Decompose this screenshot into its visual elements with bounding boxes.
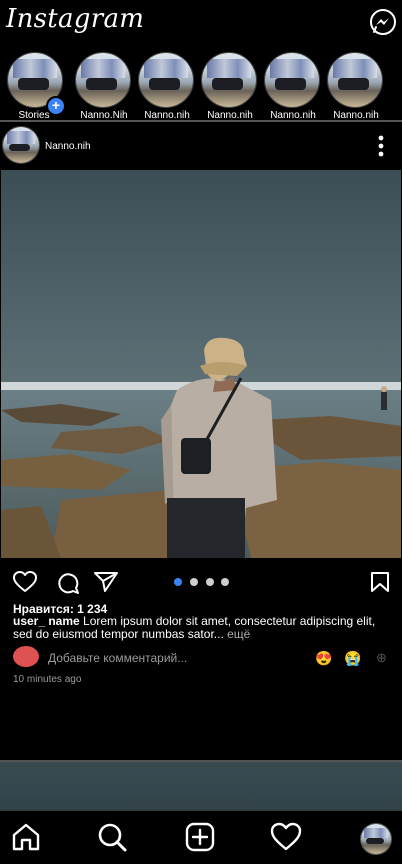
story-thumbnail bbox=[75, 52, 131, 108]
post-photo[interactable] bbox=[1, 170, 401, 558]
messenger-icon[interactable] bbox=[368, 8, 398, 38]
story-item[interactable]: Nanno.Nih bbox=[74, 52, 134, 121]
divider bbox=[0, 120, 402, 122]
story-thumbnail bbox=[201, 52, 257, 108]
crying-emoji[interactable]: 😭 bbox=[344, 650, 361, 667]
bottom-navigation bbox=[0, 810, 402, 864]
heart-icon[interactable] bbox=[270, 821, 302, 853]
post-caption: user_ name Lorem ipsum dolor sit amet, c… bbox=[13, 615, 393, 641]
carousel-dot bbox=[221, 578, 229, 586]
heart-eyes-emoji[interactable]: 😍 bbox=[315, 650, 332, 667]
search-icon[interactable] bbox=[96, 821, 128, 853]
more-options-icon[interactable] bbox=[372, 134, 390, 160]
home-icon[interactable] bbox=[10, 821, 42, 853]
story-item[interactable]: Nanno.nih bbox=[326, 52, 386, 121]
story-thumbnail bbox=[138, 52, 194, 108]
post-timestamp: 10 minutes ago bbox=[13, 674, 82, 685]
app-logo: Instagram bbox=[6, 4, 145, 34]
add-emoji-icon[interactable]: ⊕ bbox=[376, 650, 387, 666]
story-thumbnail bbox=[327, 52, 383, 108]
profile-avatar[interactable] bbox=[360, 823, 392, 855]
carousel-dot-active bbox=[174, 578, 182, 586]
next-post-preview[interactable] bbox=[0, 762, 402, 810]
add-story-icon[interactable]: + bbox=[46, 96, 66, 116]
carousel-dot bbox=[190, 578, 198, 586]
top-bar: Instagram bbox=[0, 0, 402, 48]
bookmark-icon[interactable] bbox=[370, 571, 390, 598]
caption-username[interactable]: user_ name bbox=[13, 614, 80, 628]
caption-more-link[interactable]: ещё bbox=[224, 627, 250, 641]
carousel-dot bbox=[206, 578, 214, 586]
add-post-icon[interactable] bbox=[184, 821, 216, 853]
share-icon[interactable] bbox=[93, 571, 119, 598]
post-author-avatar[interactable] bbox=[2, 126, 40, 164]
post-author-name[interactable]: Nanno.nih bbox=[45, 141, 91, 152]
add-comment-input[interactable]: Добавьте комментарий... bbox=[48, 651, 187, 665]
comment-icon[interactable] bbox=[56, 571, 80, 600]
story-thumbnail bbox=[264, 52, 320, 108]
current-user-avatar bbox=[13, 646, 39, 667]
story-item[interactable]: Nanno.nih bbox=[137, 52, 197, 121]
story-item[interactable]: Nanno.nih bbox=[200, 52, 260, 121]
like-heart-icon[interactable] bbox=[12, 570, 38, 599]
story-item[interactable]: Nanno.nih bbox=[263, 52, 323, 121]
